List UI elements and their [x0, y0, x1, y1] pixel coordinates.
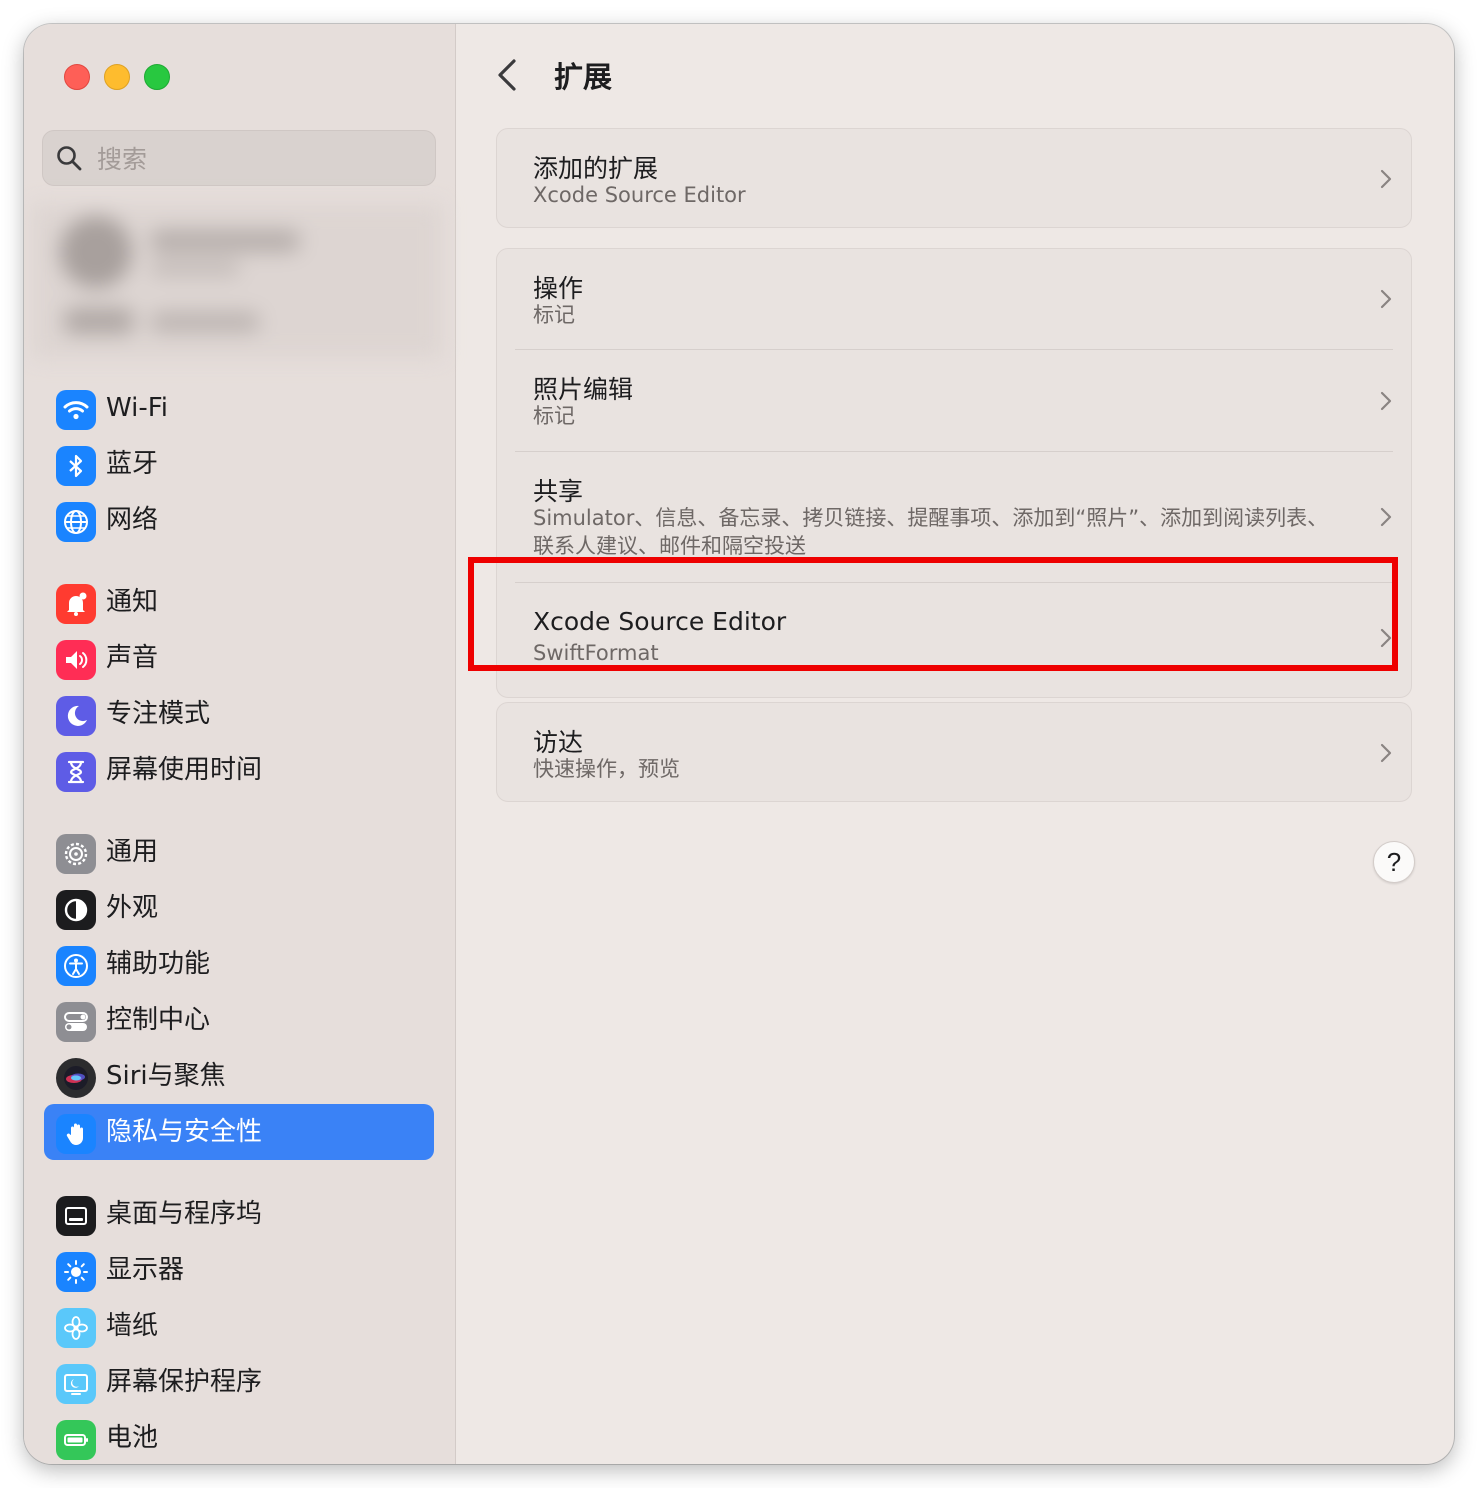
- speaker-icon: [56, 640, 96, 680]
- sidebar-item-general[interactable]: 通用: [44, 824, 434, 880]
- screensaver-icon: [56, 1364, 96, 1404]
- search-icon: [57, 146, 82, 171]
- apple-id-profile[interactable]: [32, 204, 442, 358]
- help-button[interactable]: ?: [1373, 841, 1415, 883]
- back-button[interactable]: [492, 56, 522, 94]
- zoom-button[interactable]: [144, 64, 170, 90]
- sidebar-item-bluetooth[interactable]: 蓝牙: [44, 436, 434, 492]
- row-title: 访达: [533, 728, 584, 757]
- row-title: 共享: [533, 477, 584, 506]
- flower-icon: [56, 1308, 96, 1348]
- sidebar-item-notifications[interactable]: 通知: [44, 574, 434, 630]
- sidebar-item-privacy-security[interactable]: 隐私与安全性: [44, 1104, 434, 1160]
- sidebar-item-focus[interactable]: 专注模式: [44, 686, 434, 742]
- sidebar-item-wifi[interactable]: Wi-Fi: [44, 380, 434, 436]
- moon-icon: [56, 696, 96, 736]
- sidebar-item-label: Siri与聚焦: [106, 1061, 226, 1091]
- chevron-right-icon: [1380, 507, 1392, 527]
- sidebar-item-displays[interactable]: 显示器: [44, 1242, 434, 1298]
- sidebar-item-label: 控制中心: [106, 1005, 211, 1035]
- sidebar-item-label: 蓝牙: [106, 449, 159, 479]
- row-subtitle: 快速操作，预览: [533, 757, 680, 781]
- hand-icon: [56, 1114, 96, 1154]
- minimize-button[interactable]: [104, 64, 130, 90]
- chevron-right-icon: [1380, 169, 1392, 189]
- chevron-right-icon: [1380, 289, 1392, 309]
- sidebar-item-label: 外观: [106, 893, 159, 923]
- sidebar-item-desktop-dock[interactable]: 桌面与程序坞: [44, 1186, 434, 1242]
- row-title: 添加的扩展: [533, 154, 659, 183]
- sidebar-item-label: 墙纸: [106, 1311, 159, 1341]
- list-row-finder[interactable]: 访达 快速操作，预览: [497, 703, 1411, 803]
- chevron-right-icon: [1380, 743, 1392, 763]
- dock-icon: [56, 1196, 96, 1236]
- sidebar-item-appearance[interactable]: 外观: [44, 880, 434, 936]
- row-title: 操作: [533, 274, 584, 303]
- sidebar-item-accessibility[interactable]: 辅助功能: [44, 936, 434, 992]
- siri-icon: [56, 1058, 96, 1098]
- sidebar-item-wallpaper[interactable]: 墙纸: [44, 1298, 434, 1354]
- gear-icon: [56, 834, 96, 874]
- appearance-icon: [56, 890, 96, 930]
- control-center-icon: [56, 1002, 96, 1042]
- hourglass-icon: [56, 752, 96, 792]
- sidebar-item-screen-time[interactable]: 屏幕使用时间: [44, 742, 434, 798]
- finder-group: 访达 快速操作，预览: [496, 702, 1412, 802]
- accessibility-icon: [56, 946, 96, 986]
- sidebar-item-siri-spotlight[interactable]: Siri与聚焦: [44, 1048, 434, 1104]
- sidebar: Wi-Fi 蓝牙 网络 通知 声音: [24, 24, 456, 1464]
- sidebar-item-screensaver[interactable]: 屏幕保护程序: [44, 1354, 434, 1410]
- sidebar-item-label: 显示器: [106, 1255, 185, 1285]
- bluetooth-icon: [56, 446, 96, 486]
- search-field[interactable]: [42, 130, 436, 187]
- sidebar-item-label: 电池: [106, 1423, 159, 1453]
- highlight-annotation: [468, 557, 1398, 671]
- main-content: 扩展 添加的扩展 Xcode Source Editor 操作 标记 照片编辑 …: [456, 24, 1454, 1464]
- sidebar-item-label: 通知: [106, 587, 159, 617]
- added-extensions-group: 添加的扩展 Xcode Source Editor: [496, 128, 1412, 228]
- bell-icon: [56, 584, 96, 624]
- sidebar-item-label: 辅助功能: [106, 949, 211, 979]
- list-row-added-extensions[interactable]: 添加的扩展 Xcode Source Editor: [497, 129, 1411, 229]
- sidebar-item-network[interactable]: 网络: [44, 492, 434, 548]
- sidebar-item-label: 屏幕保护程序: [106, 1367, 263, 1397]
- page-title: 扩展: [554, 60, 613, 94]
- sidebar-item-label: 桌面与程序坞: [106, 1199, 263, 1229]
- row-subtitle: Simulator、信息、备忘录、拷贝链接、提醒事项、添加到“照片”、添加到阅读…: [533, 506, 1329, 558]
- row-subtitle: Xcode Source Editor: [533, 183, 746, 207]
- sidebar-item-label: 通用: [106, 837, 159, 867]
- sidebar-item-sound[interactable]: 声音: [44, 630, 434, 686]
- sidebar-item-label: Wi-Fi: [106, 393, 169, 423]
- sidebar-item-label: 屏幕使用时间: [106, 755, 263, 785]
- sidebar-item-control-center[interactable]: 控制中心: [44, 992, 434, 1048]
- sidebar-item-label: 网络: [106, 505, 159, 535]
- search-input[interactable]: [95, 131, 419, 187]
- chevron-right-icon: [1380, 391, 1392, 411]
- row-subtitle: 标记: [533, 303, 575, 327]
- list-row-photo-editing[interactable]: 照片编辑 标记: [497, 350, 1411, 451]
- list-row-actions[interactable]: 操作 标记: [497, 249, 1411, 349]
- globe-icon: [56, 502, 96, 542]
- row-title: 照片编辑: [533, 375, 634, 404]
- sidebar-item-label: 声音: [106, 643, 159, 673]
- settings-window: Wi-Fi 蓝牙 网络 通知 声音: [24, 24, 1454, 1464]
- avatar: [60, 216, 132, 288]
- sun-icon: [56, 1252, 96, 1292]
- close-button[interactable]: [64, 64, 90, 90]
- row-subtitle: 标记: [533, 404, 575, 428]
- sidebar-item-battery[interactable]: 电池: [44, 1410, 434, 1464]
- battery-icon: [56, 1420, 96, 1460]
- sidebar-item-label: 隐私与安全性: [106, 1117, 263, 1147]
- sidebar-item-label: 专注模式: [106, 699, 211, 729]
- wifi-icon: [56, 390, 96, 430]
